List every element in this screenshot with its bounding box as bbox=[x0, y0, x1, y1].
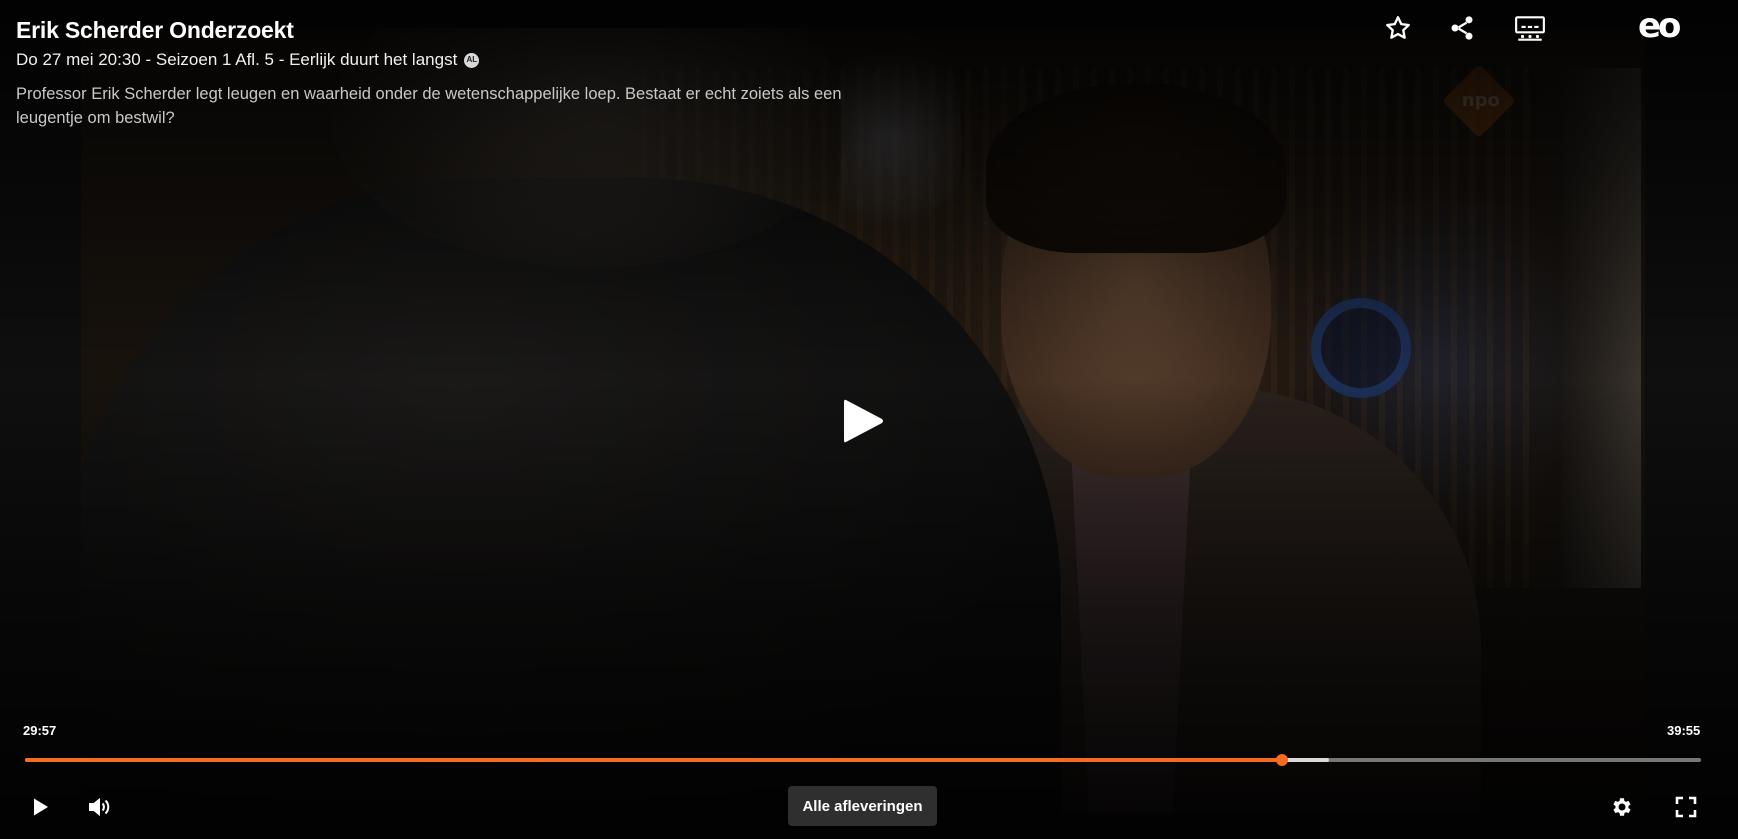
subtitles-button[interactable] bbox=[1507, 8, 1553, 48]
age-rating-badge: AL bbox=[464, 52, 480, 68]
video-player[interactable]: npo Erik Scherder Onderzoekt Do 27 mei 2… bbox=[0, 0, 1738, 839]
fullscreen-icon bbox=[1675, 796, 1697, 818]
star-icon bbox=[1386, 16, 1410, 39]
share-icon bbox=[1451, 16, 1473, 40]
progress-bar[interactable] bbox=[25, 754, 1701, 766]
program-info: Erik Scherder Onderzoekt Do 27 mei 20:30… bbox=[16, 16, 876, 130]
favorite-button[interactable] bbox=[1378, 8, 1418, 48]
episode-description: Professor Erik Scherder legt leugen en w… bbox=[16, 85, 842, 127]
broadcaster-logo: eo bbox=[1638, 6, 1681, 46]
volume-icon bbox=[89, 797, 110, 817]
bottom-gradient bbox=[0, 379, 1738, 839]
program-title: Erik Scherder Onderzoekt bbox=[16, 17, 294, 43]
episode-meta: Do 27 mei 20:30 - Seizoen 1 Afl. 5 - Eer… bbox=[16, 48, 876, 72]
volume-button[interactable] bbox=[81, 790, 117, 824]
center-play-button[interactable] bbox=[840, 396, 886, 446]
fullscreen-button[interactable] bbox=[1668, 790, 1704, 824]
play-button[interactable] bbox=[22, 790, 58, 824]
gear-icon bbox=[1613, 798, 1631, 816]
settings-button[interactable] bbox=[1604, 790, 1640, 824]
played-range bbox=[25, 758, 1282, 762]
episode-meta-text: Do 27 mei 20:30 - Seizoen 1 Afl. 5 - Eer… bbox=[16, 50, 458, 69]
subtitles-icon bbox=[1515, 16, 1545, 41]
progress-handle[interactable] bbox=[1276, 754, 1288, 766]
play-icon bbox=[844, 399, 883, 443]
all-episodes-button[interactable]: Alle afleveringen bbox=[788, 786, 937, 826]
current-time: 29:57 bbox=[23, 723, 57, 738]
duration: 39:55 bbox=[1667, 723, 1701, 738]
share-button[interactable] bbox=[1442, 8, 1482, 48]
play-icon bbox=[34, 798, 48, 816]
